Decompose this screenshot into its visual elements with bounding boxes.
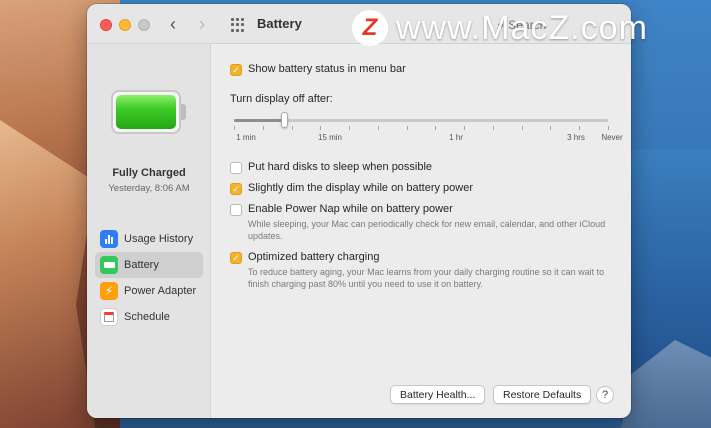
schedule-icon [100,308,118,326]
slider-tick-label: 15 min [317,133,343,142]
slider-tick-label: 1 min [236,133,256,142]
slider-tick [263,126,264,130]
battery-level-icon [111,90,187,134]
dim-display-checkbox[interactable]: ✓ [230,183,242,195]
sidebar-item-label: Power Adapter [124,285,197,297]
sidebar-item-battery[interactable]: Battery [95,252,203,278]
power-adapter-icon: ⚡ [100,282,118,300]
help-button[interactable]: ? [596,386,614,404]
slider-tick [407,126,408,130]
forward-chevron-icon[interactable]: › [199,14,205,35]
restore-defaults-button[interactable]: Restore Defaults [493,385,592,404]
sidebar-item-label: Battery [124,259,159,271]
display-off-label: Turn display off after: [230,93,333,105]
battery-status-subtitle: Yesterday, 8:06 AM [108,183,190,194]
hard-disks-option[interactable]: Put hard disks to sleep when possible [230,160,432,174]
zoom-window-button[interactable] [138,19,150,31]
battery-status-title: Fully Charged [112,167,186,179]
slider-tick [608,126,609,130]
close-window-button[interactable] [100,19,112,31]
display-off-slider[interactable] [234,112,608,128]
slider-tick-label: Never [601,133,623,142]
show-status-checkbox[interactable]: ✓ [230,64,242,76]
battery-settings-pane: ✓ Show battery status in menu bar Turn d… [211,44,631,418]
slider-tick [349,126,350,130]
slider-tick [320,126,321,130]
slider-tick-label: 1 hr [449,133,463,142]
power-nap-label: Enable Power Nap while on battery power [248,203,453,215]
sidebar: Fully Charged Yesterday, 8:06 AM Usage H… [87,44,211,418]
sidebar-list: Usage History Battery ⚡ Power Adapter Sc… [95,226,203,330]
slider-tick-label: 3 hrs [567,133,585,142]
dim-display-label: Slightly dim the display while on batter… [248,182,474,194]
sidebar-item-label: Usage History [124,233,194,245]
watermark: Z www.MacZ.com [352,6,648,50]
sidebar-item-power-adapter[interactable]: ⚡ Power Adapter [95,278,203,304]
slider-tick [378,126,379,130]
sidebar-item-usage-history[interactable]: Usage History [95,226,203,252]
power-nap-description: While sleeping, your Mac can periodicall… [248,219,606,241]
slider-knob[interactable] [281,112,288,128]
slider-tick [464,126,465,130]
slider-tick [292,126,293,130]
battery-level-fill [116,95,176,129]
sidebar-item-label: Schedule [124,311,170,323]
show-status-label: Show battery status in menu bar [248,63,406,75]
optimized-charging-description: To reduce battery aging, your Mac learns… [248,267,605,289]
battery-icon [100,256,118,274]
power-nap-checkbox[interactable] [230,204,242,216]
watermark-text: www.MacZ.com [396,8,648,47]
system-preferences-window: ‹ › Battery ⌕ Fully Charged Yesterday, 8… [87,4,631,418]
optimized-charging-label: Optimized battery charging [248,251,380,263]
hard-disks-checkbox[interactable] [230,162,242,174]
slider-tick [550,126,551,130]
slider-tick [435,126,436,130]
slider-tick [493,126,494,130]
slider-tick [522,126,523,130]
optimized-charging-checkbox[interactable]: ✓ [230,252,242,264]
window-title: Battery [257,16,302,31]
show-all-grid-icon[interactable] [231,18,245,32]
show-status-option[interactable]: ✓ Show battery status in menu bar [230,62,406,76]
dim-display-option[interactable]: ✓ Slightly dim the display while on batt… [230,181,473,195]
slider-tick [234,126,235,130]
hard-disks-label: Put hard disks to sleep when possible [248,161,433,173]
watermark-logo: Z [352,10,388,46]
optimized-charging-option[interactable]: ✓ Optimized battery charging To reduce b… [230,250,615,290]
usage-history-icon [100,230,118,248]
sidebar-item-schedule[interactable]: Schedule [95,304,203,330]
power-nap-option[interactable]: Enable Power Nap while on battery power … [230,202,615,242]
back-chevron-icon[interactable]: ‹ [170,14,176,35]
battery-health-button[interactable]: Battery Health... [390,385,486,404]
slider-tick [579,126,580,130]
minimize-window-button[interactable] [119,19,131,31]
